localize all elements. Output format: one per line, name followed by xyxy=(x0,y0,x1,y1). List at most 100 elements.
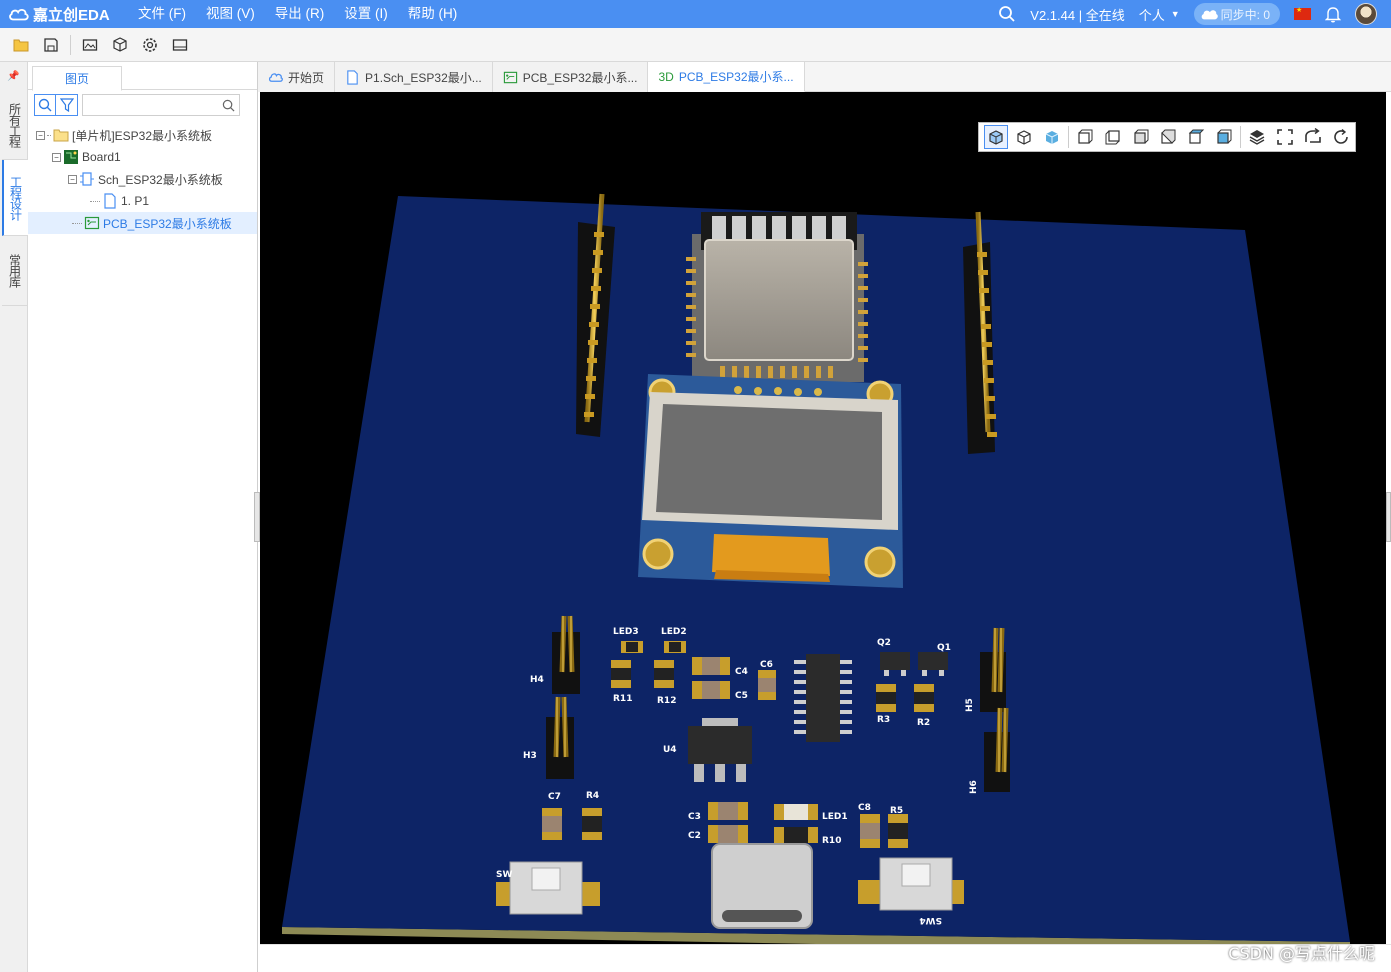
export-view-icon[interactable] xyxy=(1301,125,1325,149)
label-r10: R10 xyxy=(822,836,841,846)
c7[interactable] xyxy=(542,808,562,840)
r5[interactable] xyxy=(888,814,908,848)
r11[interactable] xyxy=(611,660,631,688)
3d-model-icon[interactable] xyxy=(111,36,129,54)
tree-item-label: Sch_ESP32最小系统板 xyxy=(98,172,223,187)
c8[interactable] xyxy=(860,814,880,848)
page-icon xyxy=(102,193,118,209)
tree-item-project[interactable]: − [单片机]ESP32最小系统板 xyxy=(28,124,257,146)
r2[interactable] xyxy=(914,684,934,712)
search-icon[interactable] xyxy=(998,5,1016,23)
r3[interactable] xyxy=(876,684,896,712)
panel-toggle-icon[interactable] xyxy=(171,36,189,54)
cloud-sync-icon xyxy=(1201,10,1218,20)
label-c3: C3 xyxy=(688,812,701,822)
label-sw: SW xyxy=(496,870,512,880)
avatar[interactable] xyxy=(1355,3,1377,25)
collapse-icon[interactable]: − xyxy=(52,152,61,162)
panel-tab-bar: 图页 xyxy=(28,62,257,91)
tree-search-input[interactable] xyxy=(82,94,240,116)
tree-item-label: [单片机]ESP32最小系统板 xyxy=(72,128,213,143)
led2[interactable] xyxy=(664,641,686,653)
sync-button[interactable]: 同步中: 0 xyxy=(1193,3,1280,25)
tree-item-page[interactable]: 1. P1 xyxy=(28,190,257,212)
gear-icon[interactable] xyxy=(141,36,159,54)
tree-item-board[interactable]: − Board1 xyxy=(28,146,257,168)
view-front-icon[interactable] xyxy=(1073,125,1097,149)
pin-icon[interactable]: 📌 xyxy=(0,62,27,90)
collapse-icon[interactable]: − xyxy=(36,130,45,140)
bell-icon[interactable] xyxy=(1325,6,1341,23)
view-right-icon[interactable] xyxy=(1157,125,1181,149)
label-c6: C6 xyxy=(760,660,773,670)
led1[interactable] xyxy=(774,804,818,820)
c3[interactable] xyxy=(708,802,748,820)
layers-icon[interactable] xyxy=(1245,125,1269,149)
r10[interactable] xyxy=(774,827,818,843)
menu-file[interactable]: 文件 (F) xyxy=(128,0,196,28)
usb-c-connector[interactable] xyxy=(711,843,813,929)
label-h3: H3 xyxy=(523,751,537,761)
led3[interactable] xyxy=(621,641,643,653)
tab-schematic-page[interactable]: P1.Sch_ESP32最小... xyxy=(335,62,493,92)
cloud-logo-icon xyxy=(9,9,29,21)
schematic-icon xyxy=(79,171,95,187)
wireframe-view-icon[interactable] xyxy=(1012,125,1036,149)
c4[interactable] xyxy=(692,657,730,675)
pcb-icon xyxy=(503,71,517,83)
tree-item-label: 1. P1 xyxy=(121,194,150,208)
c5[interactable] xyxy=(692,681,730,699)
tab-label: 开始页 xyxy=(288,70,325,85)
tab-start-page[interactable]: 开始页 xyxy=(258,62,336,92)
sync-label: 同步中: 0 xyxy=(1220,7,1270,22)
tree-item-pcb[interactable]: PCB_ESP32最小系统板 xyxy=(28,212,257,234)
collapse-icon[interactable]: − xyxy=(68,174,77,184)
filter-icon[interactable] xyxy=(56,94,78,116)
c2[interactable] xyxy=(708,825,748,843)
pcb-icon xyxy=(84,215,100,231)
3d-viewport[interactable]: LED3 LED2 C4 C5 C6 Q2 Q1 R3 R2 R11 R12 H… xyxy=(260,92,1386,944)
tab-pcb[interactable]: PCB_ESP32最小系... xyxy=(492,62,649,92)
view-back-icon[interactable] xyxy=(1101,125,1125,149)
label-h6: H6 xyxy=(969,780,979,794)
search-mode-icon[interactable] xyxy=(34,94,56,116)
workspace-dropdown[interactable]: 个人 ▼ xyxy=(1139,5,1180,24)
workspace-label: 个人 xyxy=(1138,7,1165,23)
c6[interactable] xyxy=(758,670,776,700)
view-top-icon[interactable] xyxy=(1184,125,1208,149)
tab-pages[interactable]: 图页 xyxy=(32,66,122,91)
menu-settings[interactable]: 设置 (I) xyxy=(334,0,398,28)
image-export-icon[interactable] xyxy=(81,36,99,54)
r4[interactable] xyxy=(582,808,602,840)
caret-down-icon: ▼ xyxy=(1170,9,1180,19)
status-strip xyxy=(260,944,1391,972)
solid-view-icon[interactable] xyxy=(984,125,1008,149)
esp32-module[interactable] xyxy=(686,212,868,382)
menu-help[interactable]: 帮助 (H) xyxy=(398,0,468,28)
label-sw4: SW4 xyxy=(919,915,942,925)
tree-item-schematic[interactable]: − Sch_ESP32最小系统板 xyxy=(28,168,257,190)
app-logo-text: 嘉立创EDA xyxy=(33,6,110,24)
pcb-3d-scene[interactable]: LED3 LED2 C4 C5 C6 Q2 Q1 R3 R2 R11 R12 H… xyxy=(260,92,1386,944)
view-left-icon[interactable] xyxy=(1129,125,1153,149)
tab-project-design[interactable]: 工程设计 xyxy=(2,160,28,236)
language-flag-icon[interactable] xyxy=(1294,6,1311,20)
open-folder-icon[interactable] xyxy=(12,36,30,54)
shaded-view-icon[interactable] xyxy=(1040,125,1064,149)
folder-icon xyxy=(53,127,69,143)
menu-view[interactable]: 视图 (V) xyxy=(196,0,265,28)
oled-display[interactable] xyxy=(638,374,903,588)
save-icon[interactable] xyxy=(42,36,60,54)
menu-export[interactable]: 导出 (R) xyxy=(265,0,335,28)
project-tree: − [单片机]ESP32最小系统板 − Board1 − Sch_ESP32最小… xyxy=(28,124,257,234)
label-c4: C4 xyxy=(735,667,748,677)
tab-common-library[interactable]: 常用库 xyxy=(2,236,28,306)
u4-regulator[interactable] xyxy=(688,718,752,782)
right-panel-handle[interactable] xyxy=(1386,492,1391,542)
view-bottom-icon[interactable] xyxy=(1212,125,1236,149)
refresh-icon[interactable] xyxy=(1329,125,1353,149)
tab-3d-view[interactable]: 3D PCB_ESP32最小系... xyxy=(648,62,805,92)
r12[interactable] xyxy=(654,660,674,688)
fullscreen-icon[interactable] xyxy=(1273,125,1297,149)
tab-all-projects[interactable]: 所有工程 xyxy=(2,90,28,160)
